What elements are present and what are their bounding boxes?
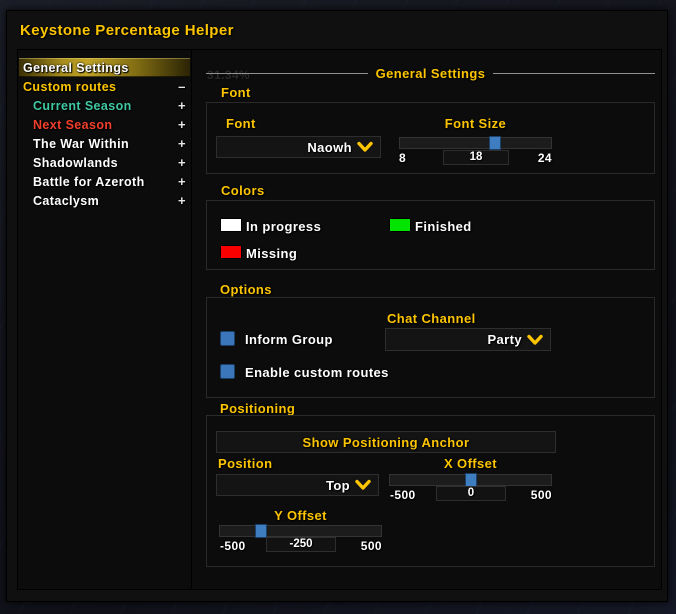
addon-settings-window: Keystone Percentage Helper General Setti… bbox=[6, 10, 668, 602]
main-content: 31.34% General Settings Font Font Naowh … bbox=[193, 50, 663, 589]
font-size-min: 8 bbox=[399, 151, 406, 165]
font-size-slider-thumb[interactable] bbox=[489, 136, 501, 150]
enable-custom-routes-checkbox[interactable] bbox=[220, 364, 235, 379]
chat-channel-label: Chat Channel bbox=[387, 311, 476, 326]
window-title: Keystone Percentage Helper bbox=[20, 22, 234, 39]
font-section-label: Font bbox=[221, 85, 251, 100]
y-offset-slider[interactable] bbox=[219, 525, 382, 537]
inform-group-label[interactable]: Inform Group bbox=[245, 332, 333, 347]
header-divider-right bbox=[493, 73, 655, 74]
chevron-down-icon bbox=[355, 480, 371, 491]
x-offset-slider-thumb[interactable] bbox=[465, 473, 477, 487]
x-offset-max: 500 bbox=[525, 488, 552, 502]
font-dropdown[interactable]: Naowh bbox=[216, 136, 381, 158]
sidebar-item-next-season[interactable]: Next Season + bbox=[19, 115, 190, 134]
y-offset-min: -500 bbox=[220, 539, 246, 553]
options-section-box: Inform Group Chat Channel Party Enable c… bbox=[206, 297, 655, 398]
expand-plus-icon[interactable]: + bbox=[174, 136, 190, 151]
expand-plus-icon[interactable]: + bbox=[174, 174, 190, 189]
position-dropdown-label: Position bbox=[218, 456, 272, 471]
font-size-slider[interactable] bbox=[399, 137, 552, 149]
font-size-label: Font Size bbox=[399, 116, 552, 131]
chat-channel-dropdown[interactable]: Party bbox=[385, 328, 551, 351]
inform-group-checkbox[interactable] bbox=[220, 331, 235, 346]
sidebar-item-label: Battle for Azeroth bbox=[33, 175, 174, 189]
content-header: General Settings bbox=[206, 66, 655, 81]
font-dropdown-label: Font bbox=[226, 116, 256, 131]
sidebar-item-label: Custom routes bbox=[23, 80, 174, 94]
expand-plus-icon[interactable]: + bbox=[174, 155, 190, 170]
y-offset-max: 500 bbox=[355, 539, 382, 553]
sidebar-item-label: The War Within bbox=[33, 137, 174, 151]
sidebar-item-label: General Settings bbox=[23, 61, 174, 75]
sidebar-item-general-settings[interactable]: General Settings bbox=[19, 58, 190, 77]
missing-label: Missing bbox=[246, 246, 297, 261]
chat-channel-value: Party bbox=[487, 332, 522, 347]
expand-plus-icon[interactable]: + bbox=[174, 193, 190, 208]
positioning-section-label: Positioning bbox=[220, 401, 295, 416]
header-divider-left bbox=[206, 73, 368, 74]
font-size-max: 24 bbox=[532, 151, 552, 165]
sidebar-item-label: Current Season bbox=[33, 99, 174, 113]
x-offset-input[interactable]: 0 bbox=[436, 486, 506, 501]
font-size-input[interactable]: 18 bbox=[443, 150, 509, 165]
colors-section-label: Colors bbox=[221, 183, 265, 198]
collapse-minus-icon[interactable]: – bbox=[174, 79, 190, 94]
x-offset-min: -500 bbox=[390, 488, 416, 502]
position-dropdown[interactable]: Top bbox=[216, 474, 379, 496]
font-section-box: Font Naowh Font Size 8 18 24 bbox=[206, 102, 655, 174]
y-offset-label: Y Offset bbox=[219, 508, 382, 523]
sidebar-item-custom-routes[interactable]: Custom routes – bbox=[19, 77, 190, 96]
page-title: General Settings bbox=[376, 66, 486, 81]
finished-color-swatch[interactable] bbox=[389, 218, 411, 232]
font-dropdown-value: Naowh bbox=[307, 140, 352, 155]
positioning-section-box: Show Positioning Anchor Position Top X O… bbox=[206, 415, 655, 567]
chevron-down-icon bbox=[357, 142, 373, 153]
sidebar-item-the-war-within[interactable]: The War Within + bbox=[19, 134, 190, 153]
sidebar-item-cataclysm[interactable]: Cataclysm + bbox=[19, 191, 190, 210]
settings-panel: General Settings Custom routes – Current… bbox=[17, 49, 662, 590]
x-offset-slider[interactable] bbox=[389, 474, 552, 486]
missing-color-swatch[interactable] bbox=[220, 245, 242, 259]
sidebar-item-label: Next Season bbox=[33, 118, 174, 132]
in-progress-color-swatch[interactable] bbox=[220, 218, 242, 232]
sidebar-item-current-season[interactable]: Current Season + bbox=[19, 96, 190, 115]
finished-label: Finished bbox=[415, 219, 472, 234]
in-progress-label: In progress bbox=[246, 219, 321, 234]
options-section-label: Options bbox=[220, 282, 272, 297]
enable-custom-routes-label[interactable]: Enable custom routes bbox=[245, 365, 389, 380]
sidebar-item-label: Shadowlands bbox=[33, 156, 174, 170]
x-offset-label: X Offset bbox=[389, 456, 552, 471]
expand-plus-icon[interactable]: + bbox=[174, 98, 190, 113]
show-positioning-anchor-button[interactable]: Show Positioning Anchor bbox=[216, 431, 556, 453]
sidebar: General Settings Custom routes – Current… bbox=[18, 50, 192, 589]
sidebar-item-shadowlands[interactable]: Shadowlands + bbox=[19, 153, 190, 172]
sidebar-item-battle-for-azeroth[interactable]: Battle for Azeroth + bbox=[19, 172, 190, 191]
chevron-down-icon bbox=[527, 334, 543, 345]
y-offset-input[interactable]: -250 bbox=[266, 537, 336, 552]
y-offset-slider-thumb[interactable] bbox=[255, 524, 267, 538]
colors-section-box: In progress Finished Missing bbox=[206, 200, 655, 270]
sidebar-item-label: Cataclysm bbox=[33, 194, 174, 208]
expand-plus-icon[interactable]: + bbox=[174, 117, 190, 132]
position-value: Top bbox=[326, 478, 350, 493]
